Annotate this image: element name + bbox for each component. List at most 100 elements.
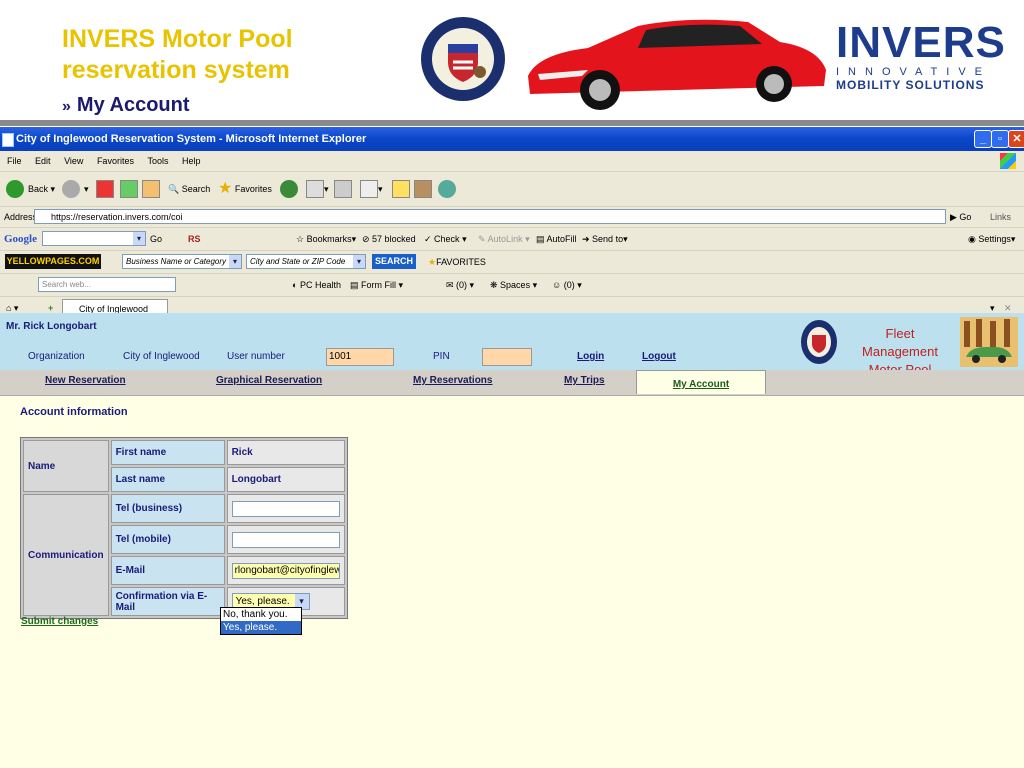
pin-input[interactable] — [482, 348, 532, 366]
search-web-input[interactable]: Search web... — [38, 277, 176, 292]
maximize-icon[interactable]: ▫ — [991, 130, 1009, 148]
spellcheck-button[interactable]: ✓ Check ▾ — [424, 228, 467, 250]
motor-pool-image — [960, 317, 1018, 367]
popup-blocked-button[interactable]: ⊘ 57 blocked — [362, 228, 416, 250]
search-icon: 🔍 — [168, 184, 180, 194]
menu-favorites[interactable]: Favorites — [97, 156, 134, 166]
menu-help[interactable]: Help — [182, 156, 201, 166]
close-icon[interactable]: ✕ — [1008, 130, 1024, 148]
favorites-button[interactable]: ★ Favorites — [218, 172, 272, 206]
yellowpages-toolbar: YELLOWPAGES.COM Business Name or Categor… — [0, 251, 1024, 274]
tel-business-input[interactable] — [231, 500, 340, 517]
nav-my-trips[interactable]: My Trips — [564, 375, 605, 386]
yp-search-button[interactable]: SEARCH — [372, 254, 416, 269]
menu-file[interactable]: File — [7, 156, 22, 166]
slide-subtitle: » My Account — [62, 94, 190, 117]
mail-count-button[interactable]: ✉ (0) ▾ — [446, 274, 474, 296]
logout-link[interactable]: Logout — [642, 351, 676, 362]
home-button[interactable] — [142, 172, 160, 206]
minimize-icon[interactable]: _ — [974, 130, 992, 148]
autolink-button[interactable]: ✎ AutoLink ▾ — [478, 228, 530, 250]
contacts-button[interactable]: ☺ (0) ▾ — [552, 274, 582, 296]
business-input[interactable]: Business Name or Category ▾ — [122, 254, 242, 269]
email-input[interactable]: rlongobart@cityofinglewoo — [231, 562, 340, 579]
star-icon: ★ — [428, 257, 437, 267]
links-button[interactable]: Links — [990, 207, 1011, 227]
print-button[interactable] — [334, 172, 352, 206]
menu-view[interactable]: View — [64, 156, 83, 166]
city-seal-small-icon — [801, 320, 837, 364]
refresh-button[interactable] — [120, 172, 138, 206]
settings-button[interactable]: ◉ Settings▾ — [968, 228, 1015, 250]
google-rs-button[interactable]: RS — [188, 228, 201, 250]
spaces-button[interactable]: ❋ Spaces ▾ — [490, 274, 537, 296]
invers-tagline-1: INNOVATIVE — [836, 66, 991, 78]
city-input[interactable]: City and State or ZIP Code ▾ — [246, 254, 366, 269]
nav-my-reservations[interactable]: My Reservations — [413, 375, 492, 386]
organization-label: Organization — [28, 351, 85, 362]
nav-new-reservation[interactable]: New Reservation — [45, 375, 126, 386]
pin-label: PIN — [433, 351, 450, 362]
edit-button[interactable]: ▾ — [360, 172, 383, 206]
tel-business-label: Tel (business) — [110, 494, 225, 523]
email-cell: rlongobart@cityofinglewoo — [226, 556, 345, 585]
slide-title: INVERS Motor Pool reservation system — [62, 25, 293, 84]
google-go-button[interactable]: Go — [150, 228, 162, 250]
go-button[interactable]: ▶ Go — [950, 207, 971, 227]
name-group-label: Name — [23, 440, 109, 492]
window-titlebar[interactable]: City of Inglewood Reservation System - M… — [0, 127, 1024, 151]
history-button[interactable] — [280, 172, 302, 206]
subtitle-marker: » — [62, 98, 71, 115]
chevron-down-icon[interactable]: ▾ — [353, 255, 365, 268]
submit-changes-link[interactable]: Submit changes — [21, 616, 98, 627]
chevron-down-icon[interactable]: ▾ — [229, 255, 241, 268]
user-number-label: User number — [227, 351, 285, 362]
windows-logo-icon — [1000, 153, 1016, 169]
search-button[interactable]: 🔍 Search — [168, 172, 210, 206]
refresh-icon — [120, 180, 138, 198]
form-fill-button[interactable]: ▤ Form Fill ▾ — [350, 274, 403, 296]
back-button[interactable]: Back ▾ — [6, 172, 55, 206]
login-link[interactable]: Login — [577, 351, 604, 362]
dropdown-option-no[interactable]: No, thank you. — [221, 608, 301, 621]
pc-health-button[interactable]: ◐ PC Health — [292, 274, 341, 296]
menu-edit[interactable]: Edit — [35, 156, 51, 166]
history-icon — [280, 180, 298, 198]
menu-bar: File Edit View Favorites Tools Help — [0, 151, 1024, 172]
discuss-button[interactable] — [392, 172, 410, 206]
autofill-button[interactable]: ▤ AutoFill — [536, 228, 577, 250]
nav-my-account[interactable]: My Account — [636, 370, 766, 394]
chevron-down-icon[interactable]: ▾ — [133, 232, 145, 245]
tel-mobile-label: Tel (mobile) — [110, 525, 225, 554]
forward-button[interactable]: ▾ — [62, 172, 89, 206]
account-table: Name First name Rick Last name Longobart… — [20, 437, 348, 619]
messenger-icon — [438, 180, 456, 198]
dropdown-option-yes[interactable]: Yes, please. — [221, 621, 301, 634]
communication-group-label: Communication — [23, 494, 109, 616]
user-number-input[interactable]: 1001 — [326, 348, 394, 366]
menu-tools[interactable]: Tools — [147, 156, 168, 166]
bookmarks-button[interactable]: ☆ Bookmarks▾ — [296, 228, 356, 250]
red-sports-car-image — [528, 19, 826, 110]
invers-logo: INVERS INNOVATIVE MOBILITY SOLUTIONS — [836, 21, 1005, 93]
forward-arrow-icon — [62, 180, 80, 198]
stop-button[interactable] — [96, 172, 114, 206]
city-seal-logo — [421, 17, 505, 101]
mail-button[interactable]: ▾ — [306, 172, 329, 206]
nav-graphical-reservation[interactable]: Graphical Reservation — [216, 375, 322, 386]
slide-header: INVERS Motor Pool reservation system » My… — [0, 0, 1024, 126]
google-search-input[interactable]: ▾ — [42, 231, 146, 246]
yp-favorites-button[interactable]: ★FAVORITES — [428, 251, 486, 273]
tel-mobile-input[interactable] — [231, 531, 340, 548]
app-nav: New Reservation Graphical Reservation My… — [0, 370, 1024, 396]
confirmation-dropdown-list: No, thank you. Yes, please. — [220, 607, 302, 635]
research-button[interactable] — [414, 172, 432, 206]
messenger-button[interactable] — [438, 172, 460, 206]
address-label: Address — [4, 212, 38, 222]
confirmation-label: Confirmation via E-Mail — [110, 587, 225, 616]
first-name-value: Rick — [226, 440, 345, 465]
tel-business-cell — [226, 494, 345, 523]
url-input[interactable]: https://reservation.invers.com/coi — [34, 209, 946, 224]
last-name-value: Longobart — [226, 467, 345, 492]
sendto-button[interactable]: ➜ Send to▾ — [582, 228, 628, 250]
